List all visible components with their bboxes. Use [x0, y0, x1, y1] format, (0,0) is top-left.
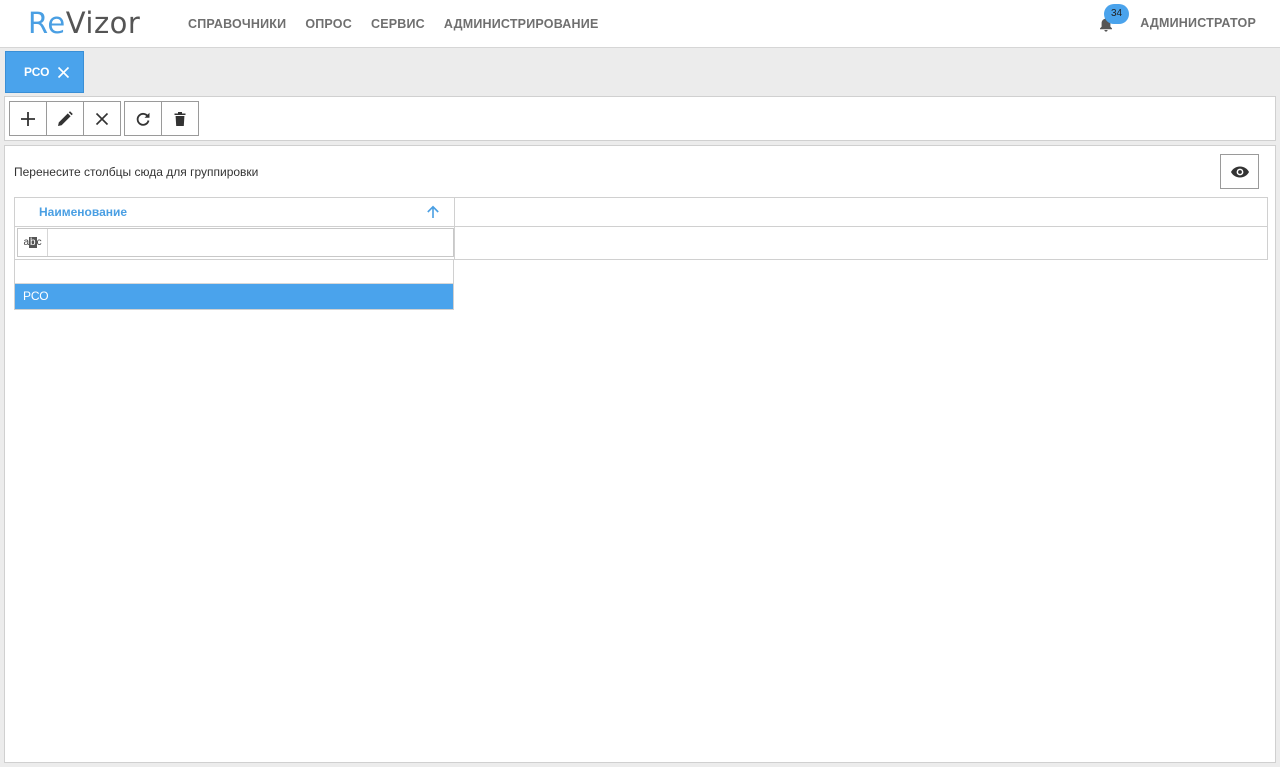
- filter-operator-icon: abc: [23, 237, 42, 248]
- trash-icon: [174, 111, 186, 126]
- filter-operator-button[interactable]: abc: [18, 229, 48, 256]
- close-icon: [95, 112, 109, 125]
- nav-item-directories[interactable]: СПРАВОЧНИКИ: [188, 17, 286, 31]
- filter-row: abc: [14, 227, 1268, 260]
- logo-part-2: Vizor: [65, 6, 141, 40]
- grid-rows: РСО: [14, 260, 454, 310]
- tab-rso[interactable]: РСО: [5, 51, 84, 93]
- logo-part-1: Re: [28, 6, 66, 40]
- plus-icon: [21, 111, 35, 126]
- group-panel-hint[interactable]: Перенесите столбцы сюда для группировки: [14, 165, 258, 179]
- edit-button[interactable]: [46, 101, 84, 136]
- grid-header: Наименование: [14, 197, 1268, 227]
- table-row[interactable]: РСО: [15, 284, 453, 309]
- column-header-label: Наименование: [39, 205, 128, 219]
- nav-item-survey[interactable]: ОПРОС: [305, 17, 352, 31]
- top-bar: ReVizor СПРАВОЧНИКИ ОПРОС СЕРВИС АДМИНИС…: [0, 0, 1280, 48]
- filter-input-name[interactable]: [49, 229, 453, 256]
- nav-item-service[interactable]: СЕРВИС: [371, 17, 425, 31]
- toolbar: [4, 96, 1276, 141]
- notification-badge[interactable]: 34: [1104, 4, 1129, 24]
- filter-cell-name: abc: [15, 227, 455, 259]
- add-button[interactable]: [9, 101, 47, 136]
- new-row-placeholder: [15, 260, 453, 284]
- filter-box: abc: [17, 228, 454, 257]
- refresh-icon: [136, 112, 150, 126]
- sort-ascending-icon[interactable]: [426, 205, 440, 219]
- close-icon[interactable]: [57, 66, 70, 79]
- tab-label: РСО: [24, 65, 50, 79]
- cancel-button[interactable]: [83, 101, 121, 136]
- main-nav: СПРАВОЧНИКИ ОПРОС СЕРВИС АДМИНИСТРИРОВАН…: [188, 0, 617, 48]
- refresh-button[interactable]: [124, 101, 162, 136]
- grid-panel: Перенесите столбцы сюда для группировки …: [4, 145, 1276, 763]
- pencil-icon: [58, 110, 73, 126]
- column-header-name[interactable]: Наименование: [15, 198, 455, 226]
- user-menu[interactable]: АДМИНИСТРАТОР: [1140, 16, 1256, 30]
- column-chooser-button[interactable]: [1220, 154, 1259, 189]
- revizor-logo[interactable]: ReVizor: [28, 6, 140, 40]
- eye-icon: [1230, 166, 1249, 177]
- nav-item-administration[interactable]: АДМИНИСТРИРОВАНИЕ: [444, 17, 599, 31]
- delete-button[interactable]: [161, 101, 199, 136]
